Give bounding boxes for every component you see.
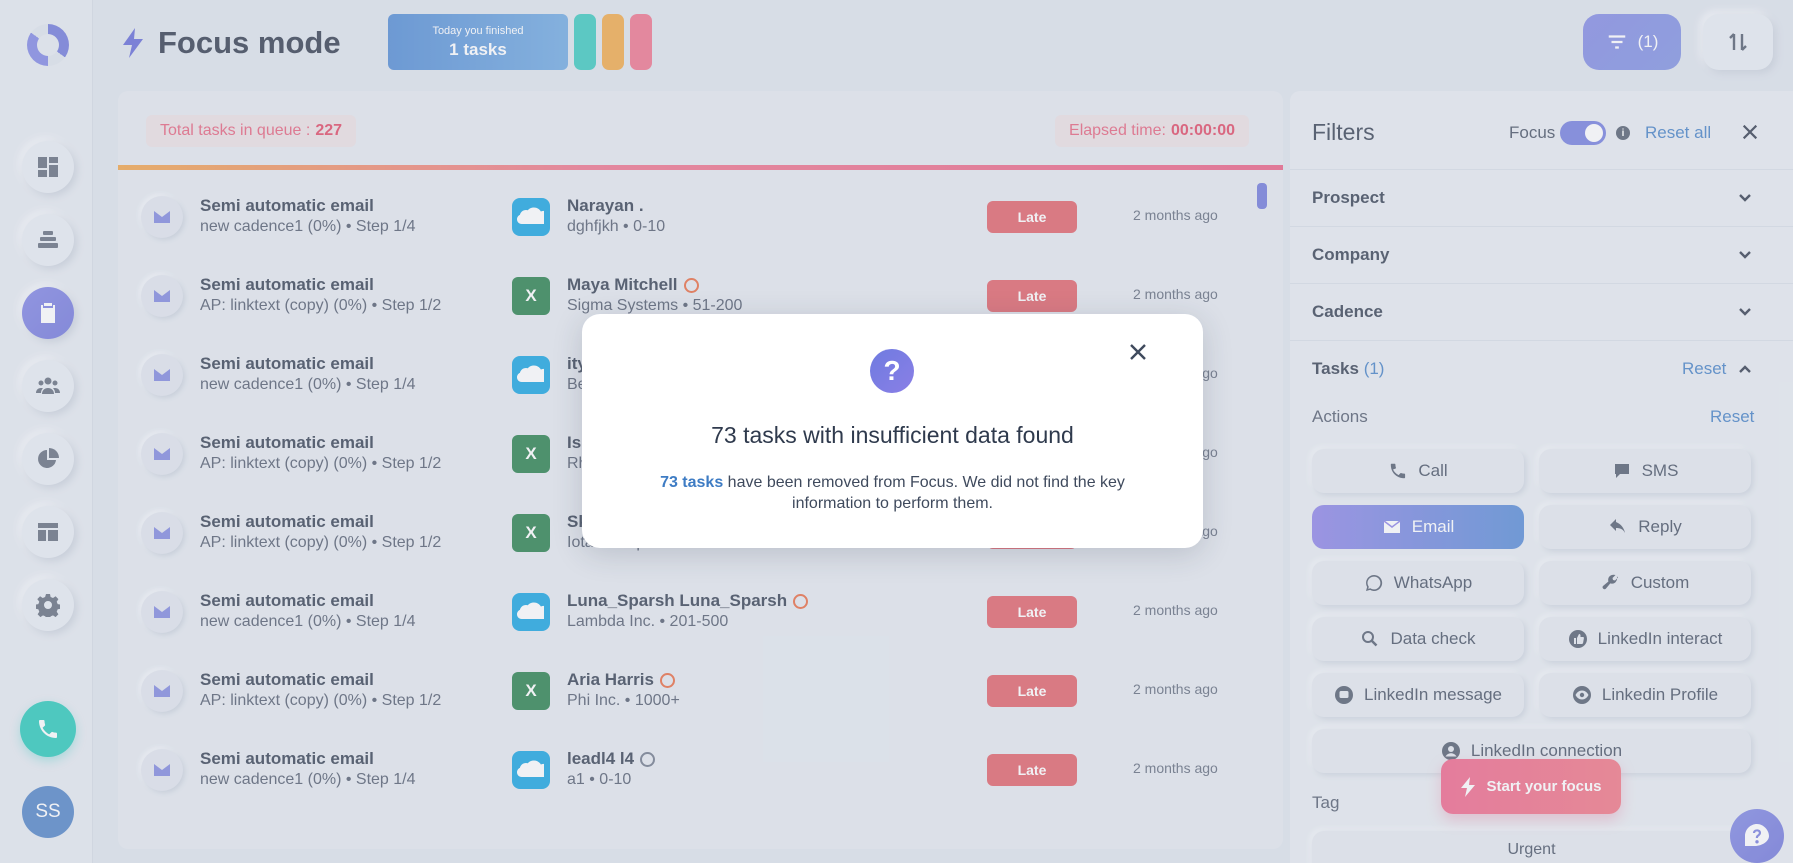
question-icon: ? [870,349,914,393]
modal-title: 73 tasks with insufficient data found [711,422,1074,448]
modal-body-highlight: 73 tasks [660,474,724,491]
close-modal-button[interactable] [1124,338,1152,366]
insufficient-data-modal: ? 73 tasks with insufficient data found … [582,314,1203,548]
modal-body-text: have been removed from Focus. We did not… [723,474,1125,512]
close-icon [1130,344,1146,360]
modal-body: 73 tasks have been removed from Focus. W… [642,472,1143,514]
